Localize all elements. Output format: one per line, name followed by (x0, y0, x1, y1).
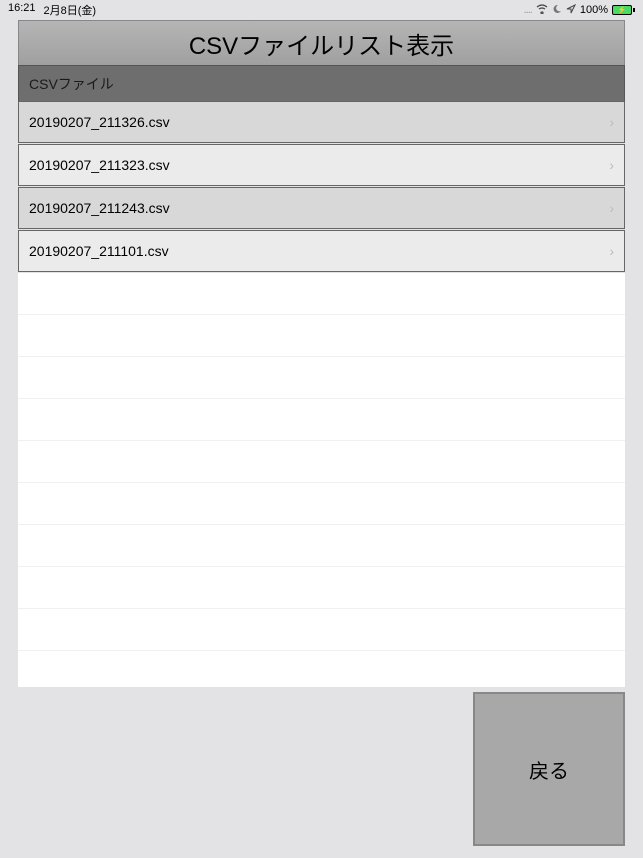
empty-row (18, 357, 625, 399)
page-title: CSVファイルリスト表示 (189, 26, 454, 61)
chevron-right-icon: › (609, 114, 614, 130)
chevron-right-icon: › (609, 200, 614, 216)
battery-icon: ⚡ (612, 5, 635, 15)
file-name: 20190207_211243.csv (29, 200, 170, 216)
status-left: 16:21 2月8日(金) (8, 2, 96, 18)
empty-row (18, 609, 625, 651)
file-name: 20190207_211101.csv (29, 243, 169, 259)
file-row[interactable]: 20190207_211243.csv › (18, 187, 625, 229)
moon-icon (552, 4, 562, 17)
wifi-icon (536, 4, 548, 17)
empty-row (18, 273, 625, 315)
empty-row (18, 525, 625, 567)
content-area (18, 273, 625, 687)
empty-row (18, 315, 625, 357)
empty-row (18, 483, 625, 525)
battery-percentage: 100% (580, 4, 608, 16)
status-right: .... 100% ⚡ (524, 4, 635, 17)
status-bar: 16:21 2月8日(金) .... 100% ⚡ (0, 0, 643, 20)
status-time: 16:21 (8, 2, 36, 18)
section-header-label: CSVファイル (29, 74, 114, 94)
chevron-right-icon: › (609, 157, 614, 173)
empty-row (18, 399, 625, 441)
empty-row (18, 567, 625, 609)
file-row[interactable]: 20190207_211326.csv › (18, 101, 625, 143)
back-button-label: 戻る (529, 755, 569, 784)
file-name: 20190207_211323.csv (29, 157, 170, 173)
file-row[interactable]: 20190207_211101.csv › (18, 230, 625, 272)
section-header: CSVファイル (18, 65, 625, 101)
location-icon (566, 4, 576, 17)
file-name: 20190207_211326.csv (29, 114, 170, 130)
chevron-right-icon: › (609, 243, 614, 259)
title-bar: CSVファイルリスト表示 (18, 20, 625, 65)
status-date: 2月8日(金) (44, 2, 97, 18)
empty-row (18, 441, 625, 483)
signal-dots-icon: .... (524, 4, 532, 16)
file-row[interactable]: 20190207_211323.csv › (18, 144, 625, 186)
back-button[interactable]: 戻る (473, 692, 625, 846)
file-list: 20190207_211326.csv › 20190207_211323.cs… (18, 101, 625, 272)
